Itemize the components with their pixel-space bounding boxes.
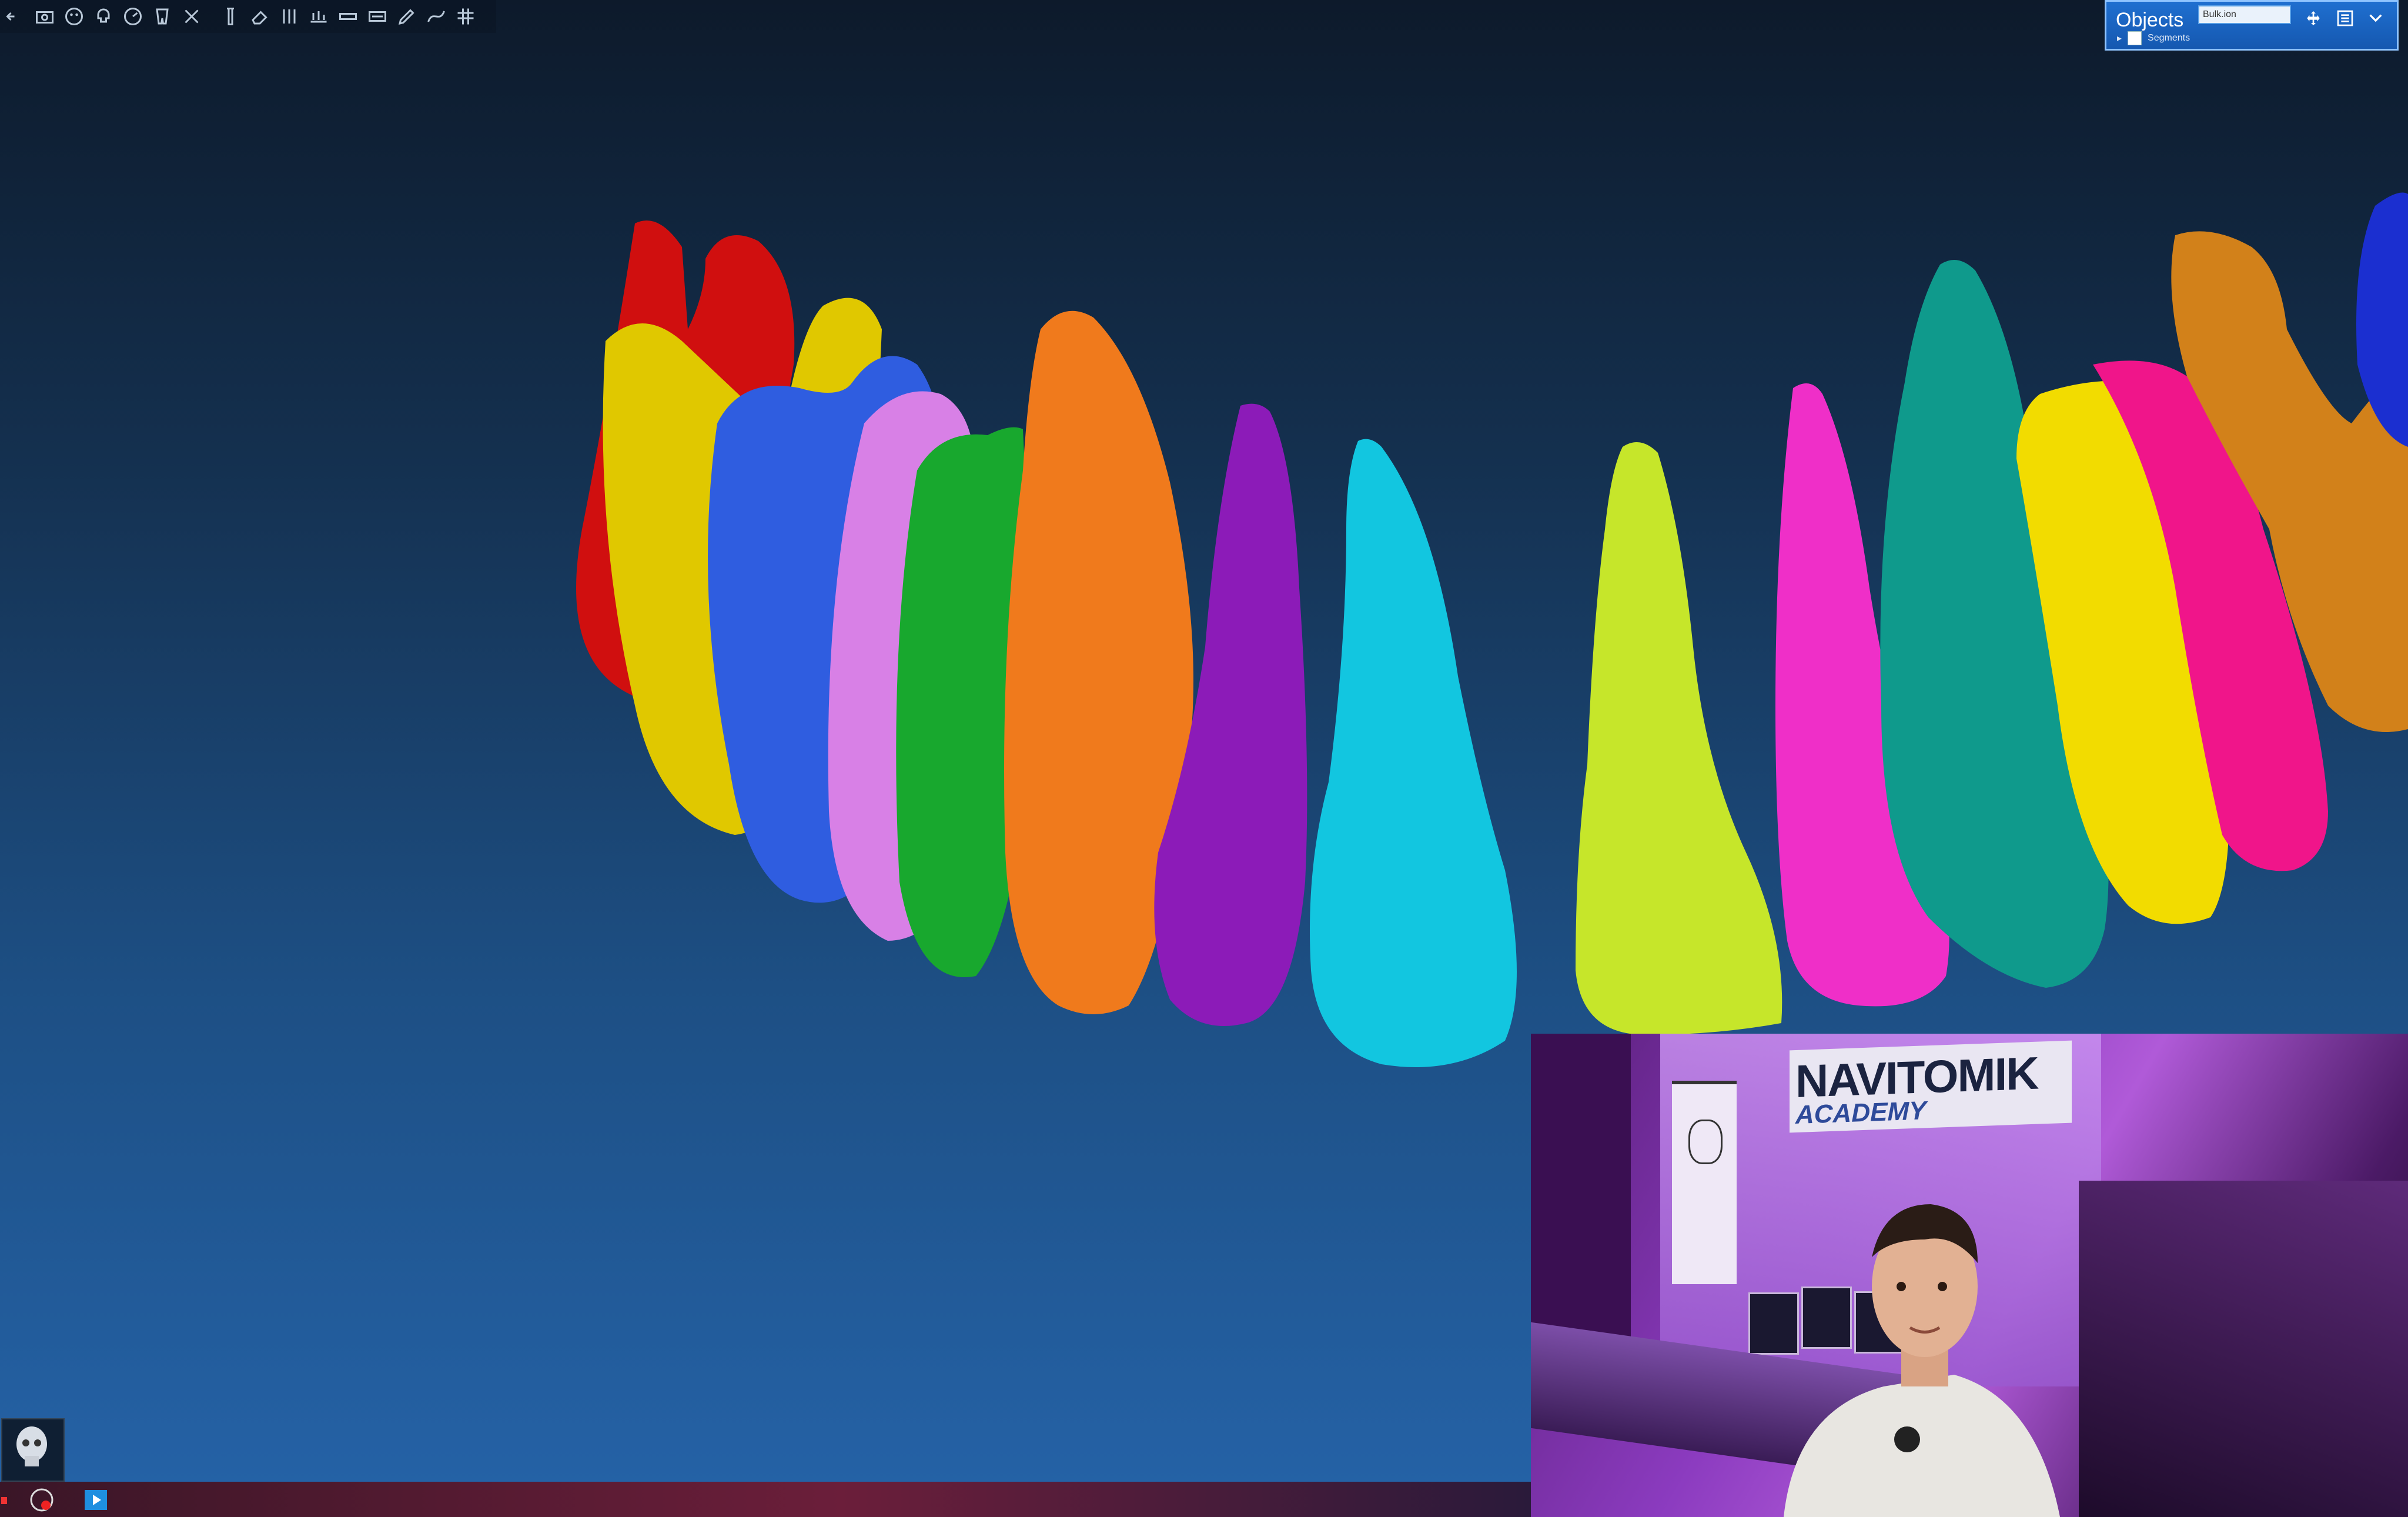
taskbar	[0, 1482, 1531, 1517]
webcam-overlay: NAVITOMIK ACADEMY	[1531, 1034, 2408, 1517]
webcam-shadow	[2079, 1181, 2408, 1517]
panorama-icon[interactable]	[364, 4, 390, 29]
camera-icon[interactable]	[32, 4, 58, 29]
presenter	[1784, 1204, 2060, 1517]
tooth-tools-icon[interactable]	[276, 4, 302, 29]
skull-avatar[interactable]	[1, 1418, 65, 1482]
pen-icon[interactable]	[394, 4, 420, 29]
align-icon[interactable]	[306, 4, 332, 29]
curve-icon[interactable]	[423, 4, 449, 29]
taskbar-app-icon[interactable]	[28, 1486, 55, 1513]
chevron-down-icon[interactable]	[2363, 5, 2389, 31]
gauge-icon[interactable]	[120, 4, 146, 29]
academy-sign: NAVITOMIK ACADEMY	[1790, 1040, 2072, 1133]
tree-item-label: Segments	[2148, 33, 2190, 43]
move-icon[interactable]	[2300, 5, 2326, 31]
taskbar-start-icon[interactable]	[0, 1486, 12, 1513]
webcam-door	[1531, 1034, 1631, 1363]
skull-icon[interactable]	[91, 4, 116, 29]
eraser-icon[interactable]	[247, 4, 273, 29]
objects-search-input[interactable]	[2198, 5, 2291, 24]
tooth-icon[interactable]	[149, 4, 175, 29]
measure-icon[interactable]	[335, 4, 361, 29]
implant-icon[interactable]	[218, 4, 243, 29]
tree-item-segments[interactable]: ▸ Segments	[2117, 31, 2190, 45]
expand-arrow-icon[interactable]: ▸	[2117, 32, 2122, 44]
grid-icon[interactable]	[453, 4, 479, 29]
toolbar	[0, 0, 496, 33]
menu-icon[interactable]	[2, 4, 28, 29]
face-scan-icon[interactable]	[61, 4, 87, 29]
sign-line-2: ACADEMY	[1795, 1096, 1927, 1130]
visibility-checkbox[interactable]	[2128, 31, 2142, 45]
taskbar-media-icon[interactable]	[82, 1486, 109, 1513]
close-icon[interactable]	[179, 4, 205, 29]
objects-panel: Objects ▸ Segments	[2105, 0, 2399, 51]
skull-avatar-icon	[16, 1426, 47, 1466]
list-icon[interactable]	[2332, 5, 2358, 31]
objects-title: Objects	[2116, 9, 2184, 31]
